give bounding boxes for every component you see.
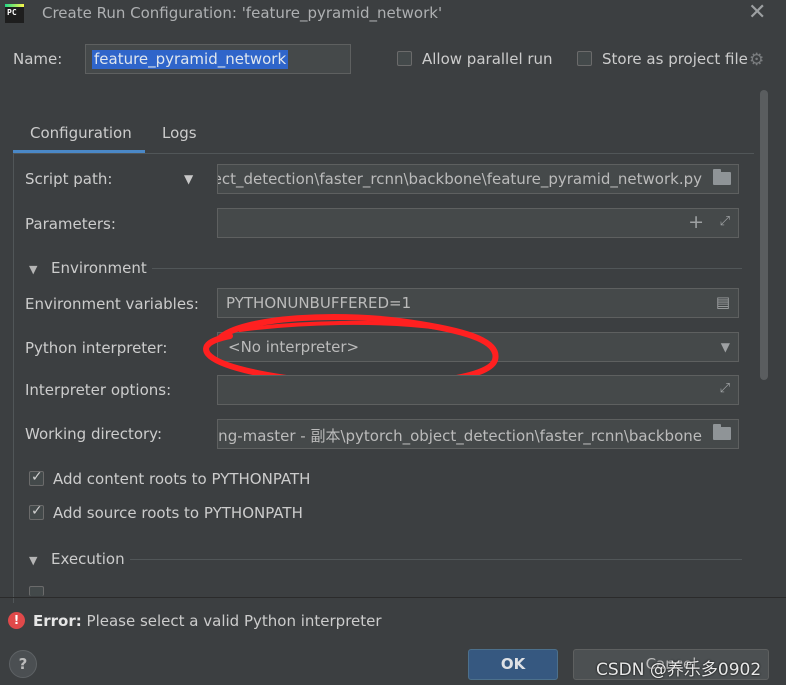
error-text: Please select a valid Python interpreter xyxy=(86,612,382,630)
tab-logs[interactable]: Logs xyxy=(162,124,197,142)
error-prefix: Error: xyxy=(33,612,82,630)
store-as-project-checkbox[interactable] xyxy=(577,51,592,66)
close-icon[interactable]: ✕ xyxy=(748,0,766,25)
script-path-value: ject_detection\faster_rcnn\backbone\feat… xyxy=(217,170,702,188)
allow-parallel-checkbox[interactable] xyxy=(397,51,412,66)
interpreter-options-field[interactable]: ⤢ xyxy=(217,375,739,405)
folder-icon[interactable] xyxy=(713,169,731,185)
parameters-field[interactable]: + ⤢ xyxy=(217,208,739,238)
allow-parallel-label: Allow parallel run xyxy=(422,50,553,68)
add-content-roots-label: Add content roots to PYTHONPATH xyxy=(53,470,311,488)
environment-section-title: Environment xyxy=(51,259,147,277)
folder-icon[interactable] xyxy=(713,424,731,440)
pycharm-logo-icon: PC xyxy=(5,4,24,23)
name-label: Name: xyxy=(13,50,63,68)
working-directory-field[interactable]: ing-master - 副本\pytorch_object_detection… xyxy=(217,419,739,449)
help-button[interactable]: ? xyxy=(9,650,37,678)
script-path-field[interactable]: ject_detection\faster_rcnn\backbone\feat… xyxy=(217,164,739,194)
gear-icon[interactable]: ⚙ xyxy=(749,50,764,70)
add-content-roots-checkbox[interactable] xyxy=(29,469,44,486)
working-directory-value: ing-master - 副本\pytorch_object_detection… xyxy=(217,427,702,445)
error-icon: ! xyxy=(8,612,25,629)
script-path-label: Script path: xyxy=(25,170,113,188)
add-source-roots-checkbox[interactable] xyxy=(29,503,44,520)
script-type-dropdown-icon[interactable]: ▼ xyxy=(184,172,193,186)
add-source-roots-label: Add source roots to PYTHONPATH xyxy=(53,504,303,522)
execution-section-title: Execution xyxy=(51,550,125,568)
ok-button[interactable]: OK xyxy=(468,649,558,680)
expand-icon[interactable]: ⤢ xyxy=(720,381,730,396)
chevron-down-icon[interactable]: ▼ xyxy=(721,340,730,354)
name-input-value: feature_pyramid_network xyxy=(92,50,289,69)
error-divider xyxy=(0,597,786,598)
error-message: Error: Please select a valid Python inte… xyxy=(33,612,382,630)
execution-divider xyxy=(130,559,742,560)
store-as-project-label: Store as project file xyxy=(602,50,748,68)
edit-list-icon[interactable]: ▤ xyxy=(716,293,730,311)
environment-divider xyxy=(152,268,742,269)
interpreter-options-label: Interpreter options: xyxy=(25,381,172,399)
environment-collapse-icon[interactable]: ▼ xyxy=(29,263,37,276)
parameters-label: Parameters: xyxy=(25,215,116,233)
env-vars-label: Environment variables: xyxy=(25,295,199,313)
name-input[interactable]: feature_pyramid_network xyxy=(85,44,351,74)
window-title: Create Run Configuration: 'feature_pyram… xyxy=(42,4,443,22)
tab-configuration[interactable]: Configuration xyxy=(30,124,132,142)
expand-icon[interactable]: ⤢ xyxy=(720,214,730,229)
execution-collapse-icon[interactable]: ▼ xyxy=(29,554,37,567)
csdn-watermark: CSDN @养乐多0902 xyxy=(596,660,762,680)
partial-checkbox[interactable] xyxy=(29,586,44,596)
add-icon[interactable]: + xyxy=(688,211,704,233)
python-interpreter-label: Python interpreter: xyxy=(25,339,168,357)
working-directory-label: Working directory: xyxy=(25,425,163,443)
vertical-scrollbar[interactable] xyxy=(760,90,768,380)
